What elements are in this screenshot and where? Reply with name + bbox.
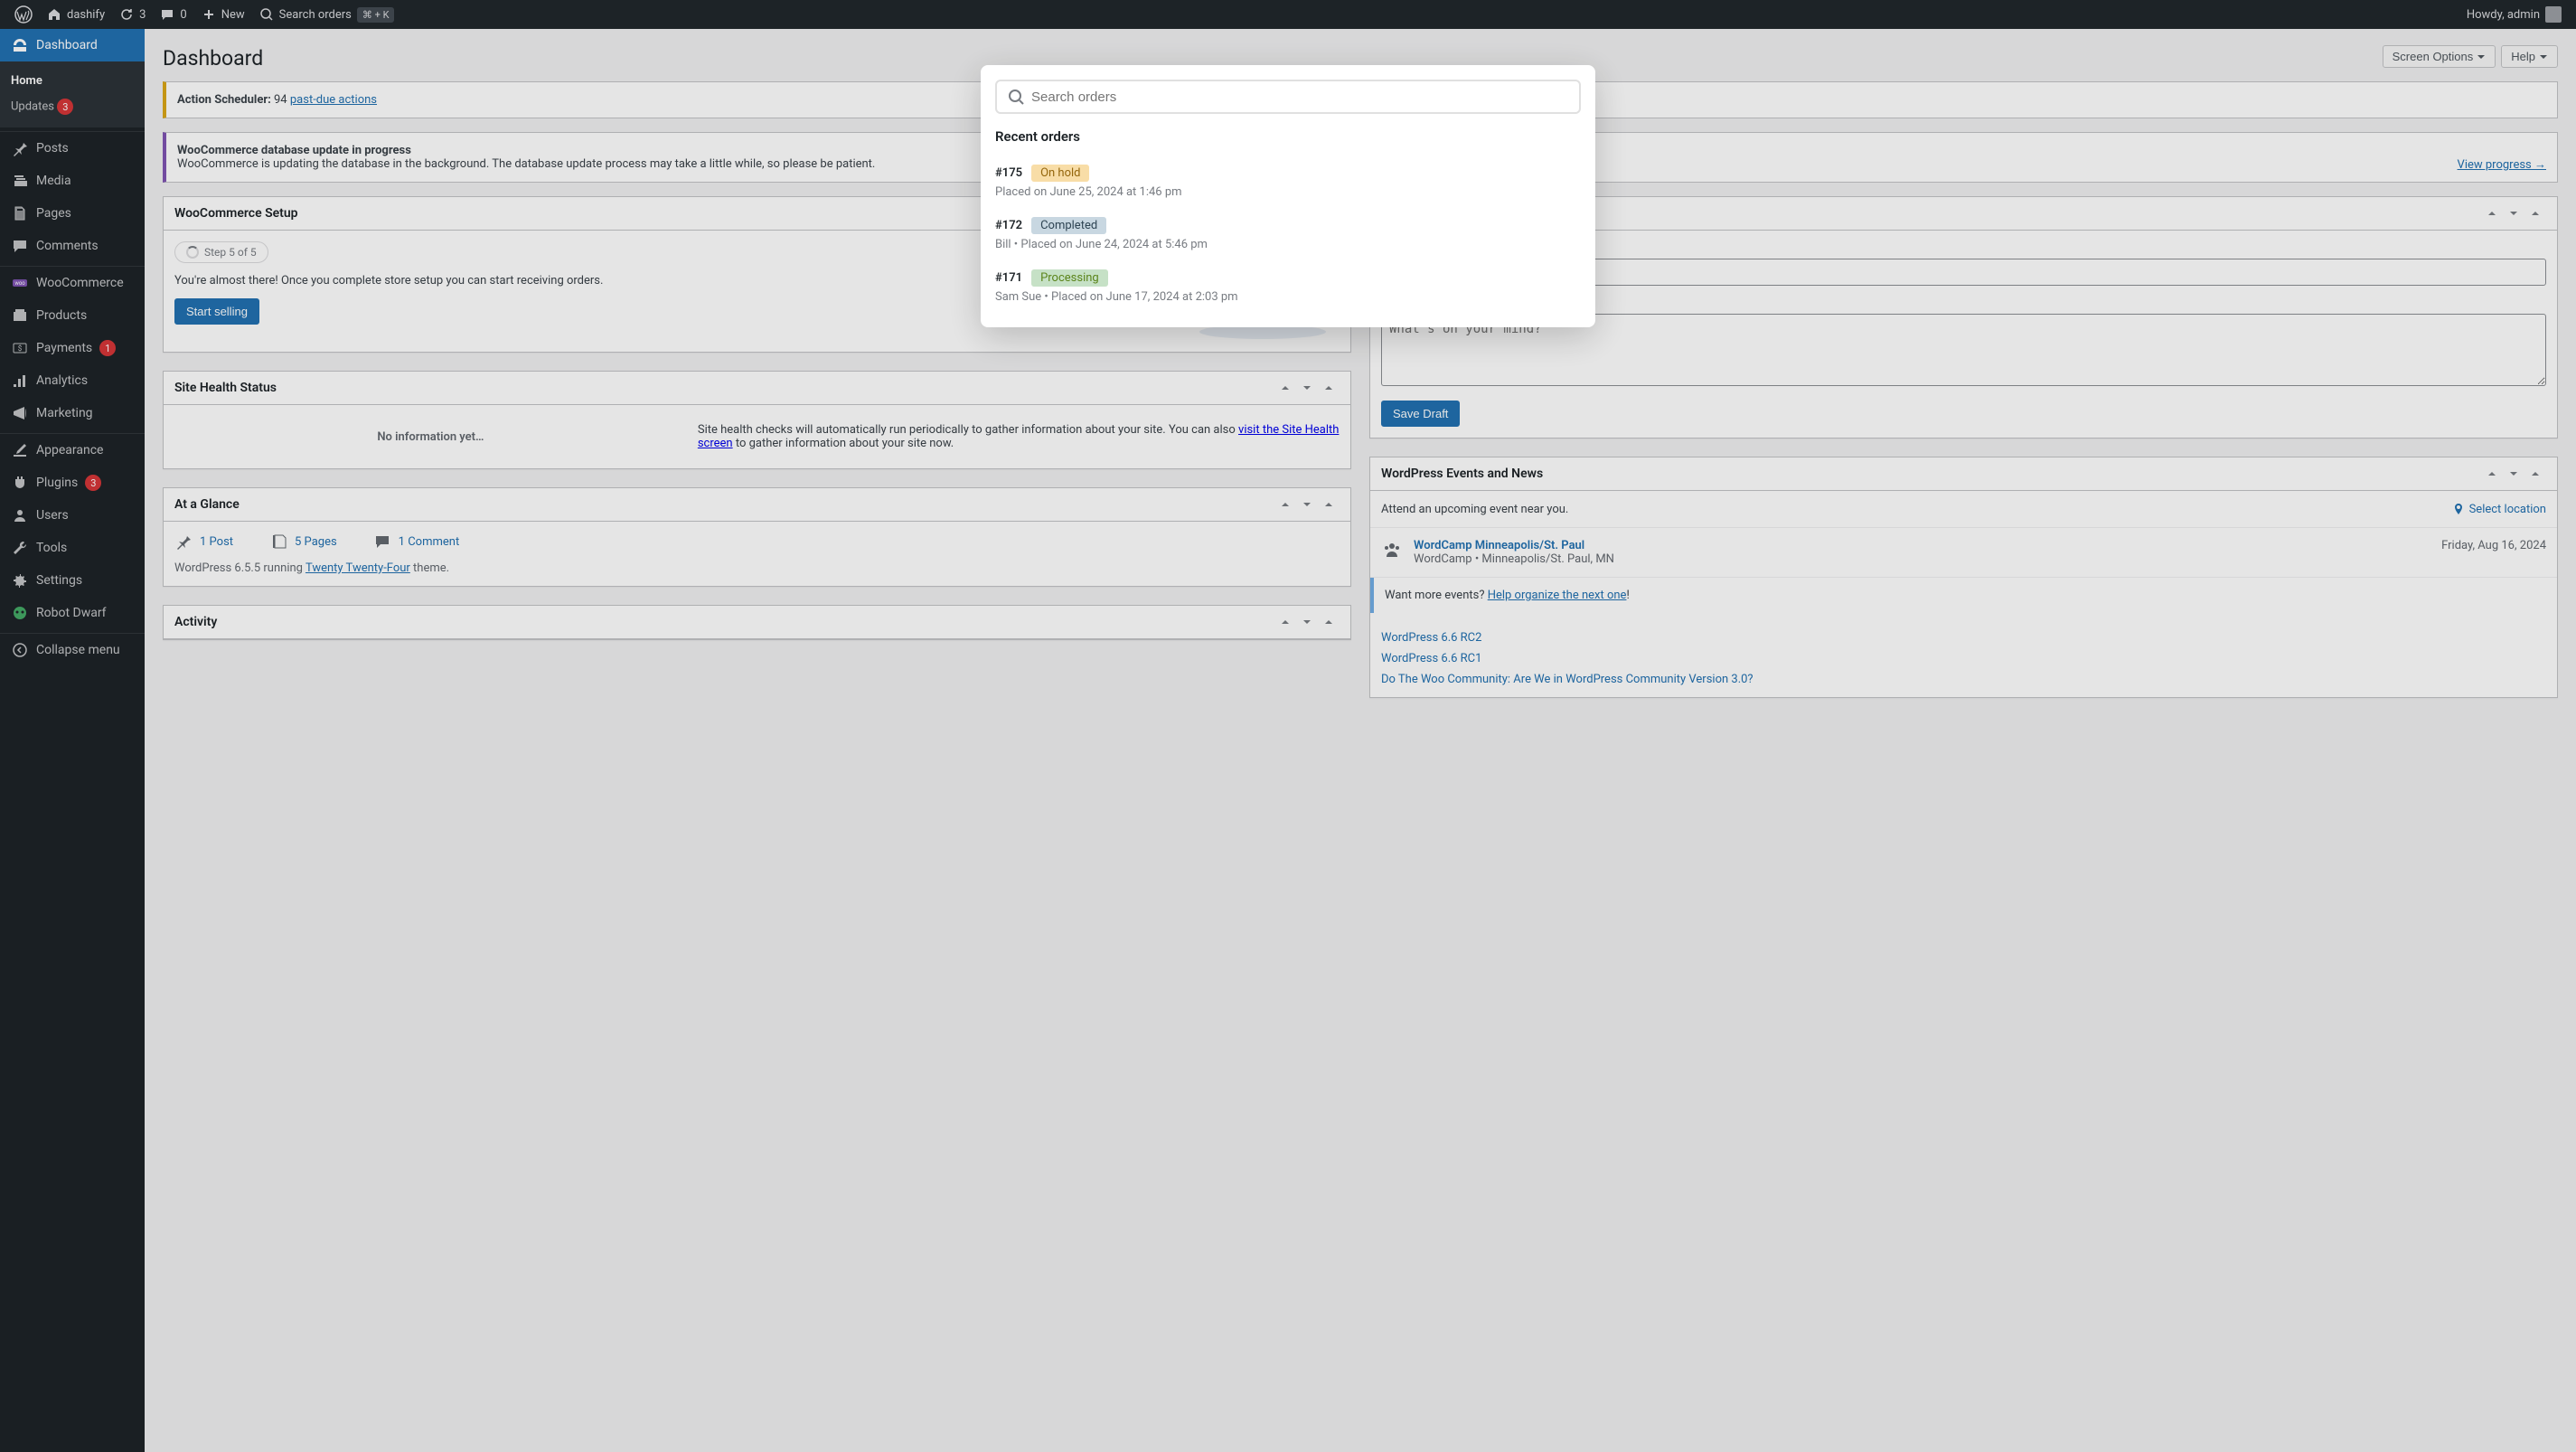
order-row[interactable]: #171 Processing Sam Sue • Placed on June… — [995, 260, 1581, 313]
search-kbd: ⌘ + K — [357, 7, 395, 23]
order-status-badge: On hold — [1031, 165, 1089, 182]
comments-link[interactable]: 0 — [153, 0, 193, 29]
order-row[interactable]: #172 Completed Bill • Placed on June 24,… — [995, 208, 1581, 260]
order-id: #172 — [995, 219, 1022, 232]
updates-link[interactable]: 3 — [112, 0, 153, 29]
comment-icon — [160, 7, 174, 22]
refresh-icon — [119, 7, 134, 22]
home-icon — [47, 7, 61, 22]
admin-topbar: dashify 3 0 New Search orders ⌘ + K Howdy… — [0, 0, 2576, 29]
recent-orders-heading: Recent orders — [995, 128, 1581, 145]
order-status-badge: Completed — [1031, 217, 1106, 234]
search-modal-overlay[interactable]: Recent orders #175 On hold Placed on Jun… — [0, 29, 2576, 1452]
order-status-badge: Processing — [1031, 269, 1108, 287]
plus-icon — [202, 7, 216, 22]
new-link[interactable]: New — [194, 0, 252, 29]
avatar-icon — [2545, 6, 2562, 23]
search-box — [995, 80, 1581, 114]
order-meta: Sam Sue • Placed on June 17, 2024 at 2:0… — [995, 290, 1581, 304]
search-label: Search orders — [279, 8, 352, 22]
site-name: dashify — [67, 8, 105, 22]
order-meta: Placed on June 25, 2024 at 1:46 pm — [995, 185, 1581, 199]
wordpress-icon — [14, 5, 33, 24]
search-orders-input[interactable] — [1031, 90, 1568, 105]
order-id: #171 — [995, 271, 1022, 285]
comments-count: 0 — [180, 8, 186, 22]
order-row[interactable]: #175 On hold Placed on June 25, 2024 at … — [995, 156, 1581, 208]
site-home[interactable]: dashify — [40, 0, 112, 29]
howdy-text: Howdy, admin — [2467, 8, 2540, 22]
search-modal: Recent orders #175 On hold Placed on Jun… — [981, 65, 1595, 327]
search-icon — [1008, 89, 1024, 105]
search-icon — [259, 7, 274, 22]
order-meta: Bill • Placed on June 24, 2024 at 5:46 p… — [995, 238, 1581, 251]
howdy-user[interactable]: Howdy, admin — [2459, 0, 2569, 29]
updates-count: 3 — [139, 8, 146, 22]
new-label: New — [221, 8, 245, 22]
search-orders-link[interactable]: Search orders ⌘ + K — [252, 0, 402, 29]
wp-logo[interactable] — [7, 0, 40, 29]
order-id: #175 — [995, 166, 1022, 180]
